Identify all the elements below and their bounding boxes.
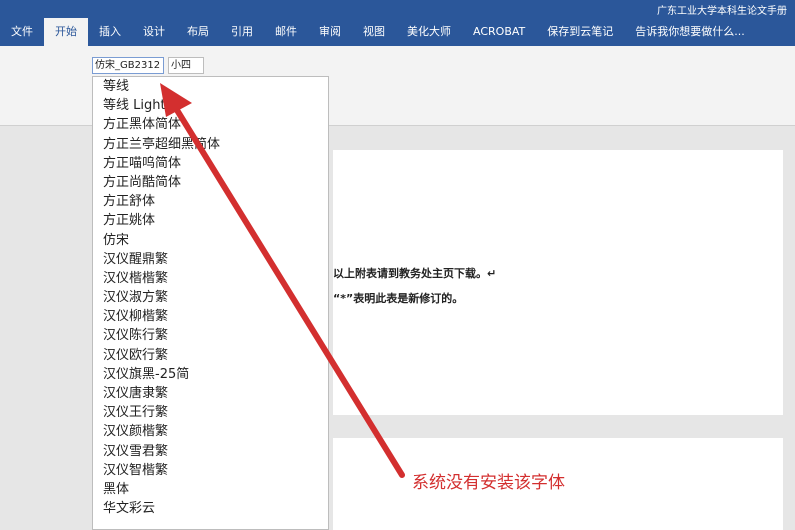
font-list-item[interactable]: 方正黑体简体 <box>93 115 328 134</box>
font-list-item[interactable]: 等线 <box>93 77 328 96</box>
tab-layout[interactable]: 布局 <box>176 18 220 46</box>
tab-design[interactable]: 设计 <box>132 18 176 46</box>
font-list-item[interactable]: 汉仪陈行繁 <box>93 326 328 345</box>
font-list-item[interactable]: 汉仪旗黑-25简 <box>93 365 328 384</box>
font-list-item[interactable]: 汉仪淑方繁 <box>93 288 328 307</box>
font-list-item[interactable]: 汉仪柳楷繁 <box>93 307 328 326</box>
title-bar: 广东工业大学本科生论文手册 <box>0 0 795 18</box>
tab-references[interactable]: 引用 <box>220 18 264 46</box>
font-list-item[interactable]: 方正兰亭超细黑简体 <box>93 135 328 154</box>
font-list-item[interactable]: 黑体 <box>93 480 328 499</box>
doc-line: 以上附表请到教务处主页下载。↵ <box>333 267 497 280</box>
font-list-item[interactable]: 方正尚酷简体 <box>93 173 328 192</box>
tell-me-search[interactable]: 告诉我你想要做什么... <box>624 18 756 46</box>
ribbon-tabs: 文件 开始 插入 设计 布局 引用 邮件 审阅 视图 美化大师 ACROBAT … <box>0 18 795 46</box>
font-list-item[interactable]: 仿宋 <box>93 231 328 250</box>
doc-line: “*”表明此表是新修订的。 <box>333 292 464 305</box>
tab-home[interactable]: 开始 <box>44 18 88 46</box>
annotation-text: 系统没有安装该字体 <box>412 473 565 493</box>
font-list-item[interactable]: 汉仪醒鼎繁 <box>93 250 328 269</box>
font-list-item[interactable]: 华文彩云 <box>93 499 328 518</box>
font-list-item[interactable]: 汉仪唐隶繁 <box>93 384 328 403</box>
font-list-item[interactable]: 方正喵呜简体 <box>93 154 328 173</box>
font-list-item[interactable]: 汉仪智楷繁 <box>93 461 328 480</box>
tab-mailings[interactable]: 邮件 <box>264 18 308 46</box>
font-list-item[interactable]: 方正姚体 <box>93 211 328 230</box>
document-page[interactable]: 以上附表请到教务处主页下载。↵ “*”表明此表是新修订的。 <box>333 150 783 415</box>
window-title: 广东工业大学本科生论文手册 <box>657 6 787 17</box>
font-list-item[interactable]: 汉仪欧行繁 <box>93 346 328 365</box>
tab-insert[interactable]: 插入 <box>88 18 132 46</box>
font-list-item[interactable]: 汉仪王行繁 <box>93 403 328 422</box>
tab-review[interactable]: 审阅 <box>308 18 352 46</box>
tab-beautify[interactable]: 美化大师 <box>396 18 462 46</box>
font-list-item[interactable]: 汉仪雪君繁 <box>93 442 328 461</box>
font-dropdown-list[interactable]: 等线 等线 Light 方正黑体简体 方正兰亭超细黑简体 方正喵呜简体 方正尚酷… <box>92 76 329 530</box>
font-list-item[interactable]: 等线 Light <box>93 96 328 115</box>
tab-acrobat[interactable]: ACROBAT <box>462 18 536 46</box>
tab-view[interactable]: 视图 <box>352 18 396 46</box>
font-list-item[interactable]: 汉仪颜楷繁 <box>93 422 328 441</box>
font-name-input[interactable]: 仿宋_GB2312 <box>92 57 164 74</box>
font-list-item[interactable]: 汉仪楷楷繁 <box>93 269 328 288</box>
font-list-item[interactable]: 方正舒体 <box>93 192 328 211</box>
font-size-input[interactable]: 小四 <box>168 57 204 74</box>
tab-cloud-notes[interactable]: 保存到云笔记 <box>536 18 624 46</box>
tab-file[interactable]: 文件 <box>0 18 44 46</box>
